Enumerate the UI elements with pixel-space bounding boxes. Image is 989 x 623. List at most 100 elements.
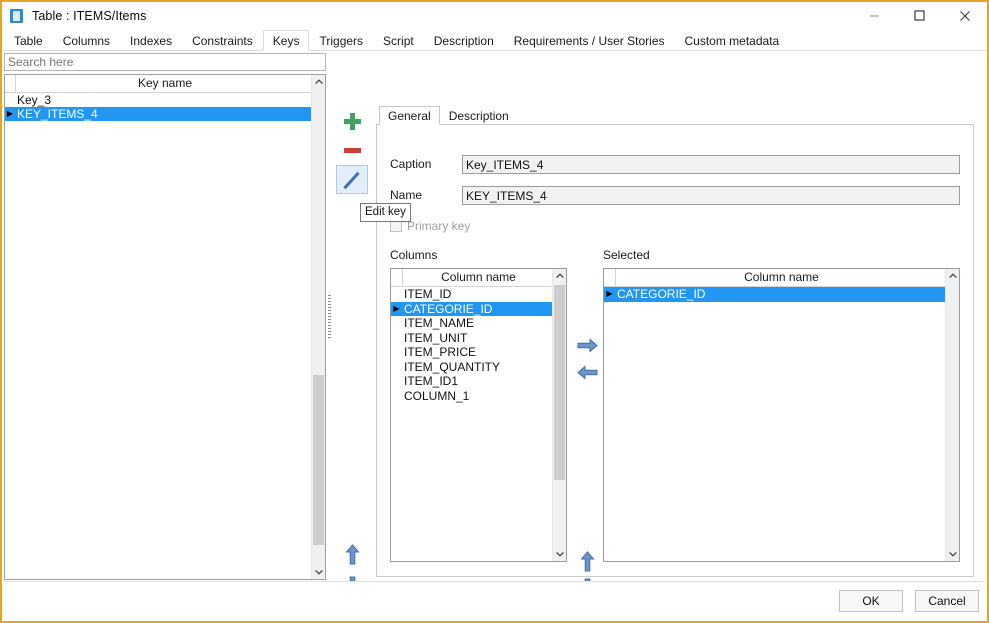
keys-toolbar <box>336 107 368 194</box>
selected-listbox: Column name ▶ CATEGORIE_ID <box>603 268 960 562</box>
caption-label: Caption <box>390 157 432 171</box>
dialog-footer: OK Cancel <box>4 581 985 619</box>
column-name-cell: ITEM_ID <box>404 287 452 301</box>
keys-grid: Key name Key_3 ▶ KEY_ITEMS_4 <box>4 74 326 580</box>
list-item[interactable]: ITEM_PRICE <box>391 345 552 360</box>
table-row[interactable]: ▶ KEY_ITEMS_4 <box>5 107 311 121</box>
pane-splitter[interactable] <box>327 53 333 580</box>
splitter-grip-icon <box>328 294 331 339</box>
selected-section-label: Selected <box>603 248 650 262</box>
move-left-button[interactable] <box>573 359 601 386</box>
column-name-cell: CATEGORIE_ID <box>404 301 493 316</box>
caption-field-row: Caption <box>390 155 960 174</box>
list-item[interactable]: ▶ CATEGORIE_ID <box>604 287 945 302</box>
list-item[interactable]: ▶ CATEGORIE_ID <box>391 301 552 316</box>
list-item[interactable]: ITEM_ID1 <box>391 374 552 389</box>
columns-listbox-header: Column name <box>391 269 566 287</box>
scrollbar-thumb[interactable] <box>554 285 565 480</box>
scroll-down-icon[interactable] <box>312 565 325 579</box>
remove-key-button[interactable] <box>336 136 368 165</box>
key-detail-panel: General Description Caption Name Primary… <box>376 106 974 599</box>
tab-description[interactable]: Description <box>424 30 504 50</box>
list-item[interactable]: COLUMN_1 <box>391 389 552 404</box>
name-input[interactable] <box>462 186 960 205</box>
maximize-button[interactable] <box>897 2 942 29</box>
column-name-cell: ITEM_UNIT <box>404 330 468 345</box>
column-name-cell: ITEM_QUANTITY <box>404 359 501 374</box>
list-item[interactable]: ITEM_QUANTITY <box>391 360 552 375</box>
window-controls <box>852 2 987 29</box>
keys-grid-header: Key name <box>5 75 325 93</box>
tab-script[interactable]: Script <box>373 30 424 50</box>
list-item[interactable]: ITEM_UNIT <box>391 331 552 346</box>
keys-grid-scrollbar[interactable] <box>311 75 325 579</box>
title-bar: Table : ITEMS/Items <box>2 2 987 29</box>
key-detail-tabstrip: General Description <box>376 106 974 125</box>
arrow-left-icon <box>576 365 597 380</box>
list-item[interactable]: ITEM_NAME <box>391 316 552 331</box>
scroll-up-icon[interactable] <box>946 269 959 283</box>
transfer-buttons <box>573 332 601 386</box>
scroll-up-icon[interactable] <box>553 269 566 283</box>
tab-requirements-user-stories[interactable]: Requirements / User Stories <box>504 30 675 50</box>
row-indicator: ▶ <box>393 303 400 313</box>
tab-key-description[interactable]: Description <box>440 106 518 124</box>
cancel-button[interactable]: Cancel <box>915 590 979 612</box>
minus-icon <box>343 148 361 153</box>
table-icon <box>9 8 25 24</box>
list-item[interactable]: ITEM_ID <box>391 287 552 302</box>
column-name-cell: ITEM_PRICE <box>404 345 477 359</box>
search-input[interactable] <box>4 53 326 71</box>
name-label: Name <box>390 188 423 202</box>
scroll-down-icon[interactable] <box>946 547 959 561</box>
plus-icon <box>343 113 361 130</box>
ok-button[interactable]: OK <box>839 590 903 612</box>
pencil-icon <box>343 171 361 189</box>
name-field-row: Name <box>390 186 960 205</box>
tab-indexes[interactable]: Indexes <box>120 30 182 50</box>
column-name-cell: COLUMN_1 <box>404 388 470 403</box>
add-key-button[interactable] <box>336 107 368 136</box>
scroll-down-icon[interactable] <box>553 547 566 561</box>
edit-key-button[interactable] <box>336 165 368 194</box>
key-name-cell: Key_3 <box>17 93 52 107</box>
tab-constraints[interactable]: Constraints <box>182 30 263 50</box>
selected-listbox-scrollbar[interactable] <box>945 269 959 561</box>
window-title: Table : ITEMS/Items <box>32 8 147 23</box>
selected-listbox-header: Column name <box>604 269 959 287</box>
dialog-body: Key name Key_3 ▶ KEY_ITEMS_4 <box>2 51 987 621</box>
table-keys-dialog: Table : ITEMS/Items Table Columns Indexe… <box>0 0 989 623</box>
column-name-cell: ITEM_NAME <box>404 316 475 330</box>
columns-section-label: Columns <box>390 248 438 262</box>
close-button[interactable] <box>942 2 987 29</box>
tab-keys[interactable]: Keys <box>262 30 310 51</box>
scroll-up-icon[interactable] <box>312 75 325 89</box>
primary-key-label: Primary key <box>407 219 471 233</box>
edit-key-tooltip: Edit key <box>360 203 411 222</box>
tab-general[interactable]: General <box>379 106 440 125</box>
tab-columns[interactable]: Columns <box>53 30 120 50</box>
tab-table[interactable]: Table <box>4 30 53 50</box>
minimize-button[interactable] <box>852 2 897 29</box>
table-row[interactable]: Key_3 <box>5 93 311 107</box>
move-up-button[interactable] <box>573 548 601 575</box>
columns-listbox-rows: ITEM_ID ▶ CATEGORIE_ID ITEM_NAME ITEM_UN… <box>391 287 552 561</box>
column-name-cell: ITEM_ID1 <box>404 374 459 388</box>
row-indicator: ▶ <box>6 109 14 118</box>
arrow-up-icon <box>579 551 595 572</box>
tab-triggers[interactable]: Triggers <box>309 30 373 50</box>
selected-listbox-rows: ▶ CATEGORIE_ID <box>604 287 945 561</box>
tab-custom-metadata[interactable]: Custom metadata <box>675 30 790 50</box>
move-key-up-button[interactable] <box>336 538 368 570</box>
caption-input[interactable] <box>462 155 960 174</box>
key-name-cell: KEY_ITEMS_4 <box>17 107 98 121</box>
main-tabstrip: Table Columns Indexes Constraints Keys T… <box>2 29 987 51</box>
row-indicator: ▶ <box>606 289 613 298</box>
move-right-button[interactable] <box>573 332 601 359</box>
arrow-right-icon <box>577 338 598 353</box>
column-name-cell: CATEGORIE_ID <box>617 287 706 301</box>
columns-listbox: Column name ITEM_ID ▶ CATEGORIE_ID ITEM_… <box>390 268 567 562</box>
scrollbar-thumb[interactable] <box>313 375 324 545</box>
keys-grid-rows: Key_3 ▶ KEY_ITEMS_4 <box>5 93 311 579</box>
columns-listbox-scrollbar[interactable] <box>552 269 566 561</box>
